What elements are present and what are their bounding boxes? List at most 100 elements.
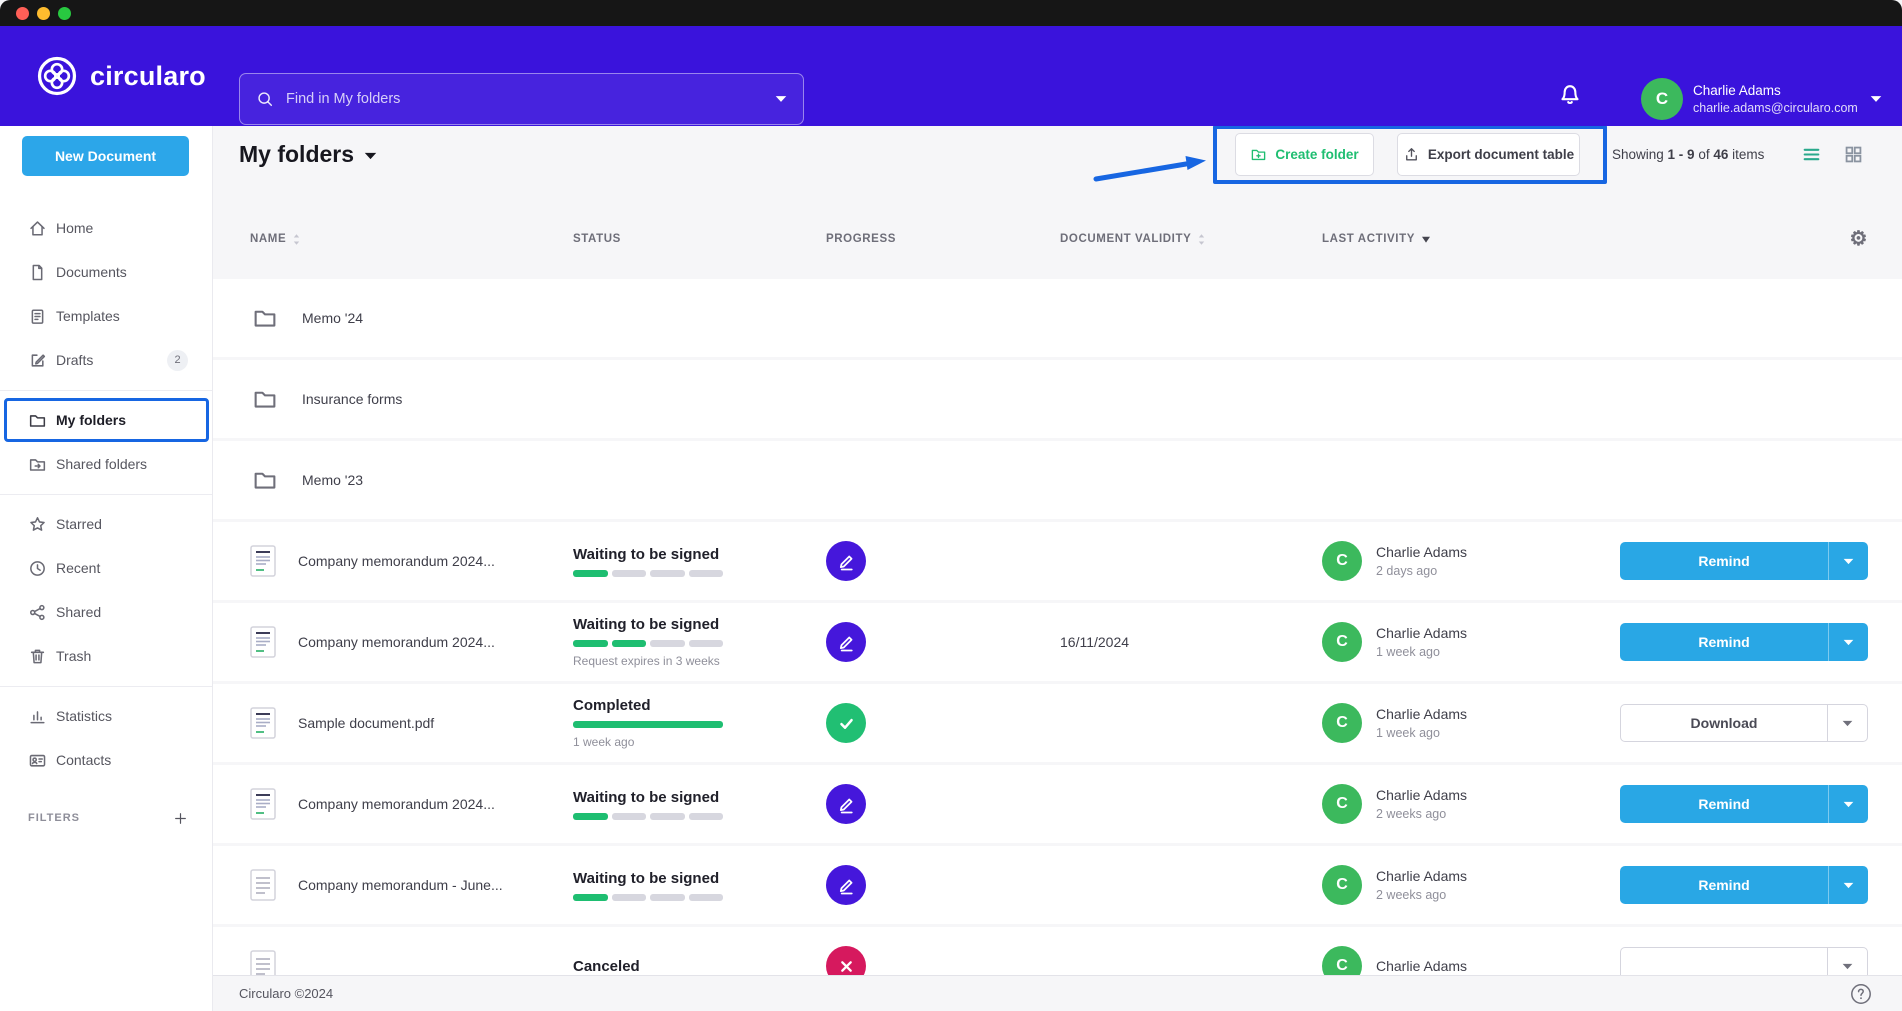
- document-row[interactable]: Company memorandum 2024...Waiting to be …: [213, 522, 1902, 600]
- action-button-label[interactable]: Remind: [1620, 866, 1828, 904]
- filters-section[interactable]: FILTERS: [0, 796, 212, 840]
- row-name[interactable]: Memo '24: [302, 310, 363, 326]
- create-folder-label: Create folder: [1275, 147, 1358, 162]
- status-cell: Waiting to be signed: [573, 789, 826, 820]
- sidebar-item-home[interactable]: Home: [0, 206, 212, 250]
- activity-user-name: Charlie Adams: [1376, 706, 1467, 722]
- row-name[interactable]: Sample document.pdf: [298, 715, 434, 731]
- column-header-progress[interactable]: PROGRESS: [826, 233, 1060, 245]
- add-filter-plus-icon[interactable]: [173, 811, 188, 826]
- sidebar-item-label: Drafts: [56, 352, 93, 368]
- folder-row[interactable]: Memo '24: [213, 279, 1902, 357]
- user-menu-caret-icon[interactable]: [1870, 95, 1882, 103]
- search-scope-caret-icon[interactable]: [775, 95, 787, 103]
- folder-icon: [250, 467, 280, 493]
- document-row[interactable]: Company memorandum - June...Waiting to b…: [213, 846, 1902, 924]
- close-window-button[interactable]: [16, 7, 29, 20]
- user-avatar: C: [1322, 865, 1362, 905]
- column-header-status[interactable]: STATUS: [573, 233, 826, 245]
- search-icon: [256, 90, 274, 108]
- row-name[interactable]: Company memorandum - June...: [298, 877, 503, 893]
- sort-icon[interactable]: [1197, 233, 1206, 246]
- document-row[interactable]: Company memorandum 2024...Waiting to be …: [213, 603, 1902, 681]
- minimize-window-button[interactable]: [37, 7, 50, 20]
- folder-row[interactable]: Memo '23: [213, 441, 1902, 519]
- page-title[interactable]: My folders: [239, 136, 377, 172]
- document-row[interactable]: Company memorandum 2024... Waiting to be …: [213, 765, 1902, 843]
- sidebar-item-my-folders[interactable]: My folders: [0, 398, 212, 442]
- gear-icon[interactable]: ⚙: [1849, 229, 1868, 249]
- sidebar-item-label: Trash: [56, 648, 91, 664]
- search-input[interactable]: [286, 91, 763, 107]
- remind-button[interactable]: Remind: [1620, 542, 1868, 580]
- action-dropdown-caret-icon[interactable]: [1828, 866, 1868, 904]
- action-cell: Remind: [1617, 785, 1868, 823]
- count-badge: 2: [167, 350, 188, 371]
- activity-user-name: Charlie Adams: [1376, 958, 1467, 974]
- row-name[interactable]: Company memorandum 2024...: [298, 634, 495, 650]
- status-text: Canceled: [573, 958, 826, 975]
- action-button-label[interactable]: Remind: [1620, 785, 1828, 823]
- action-button-label[interactable]: Download: [1621, 705, 1827, 741]
- row-name[interactable]: Company memorandum 2024...: [298, 796, 495, 812]
- sidebar-item-shared[interactable]: Shared: [0, 590, 212, 634]
- document-thumbnail-icon: [250, 545, 276, 577]
- signature-badge-icon: [826, 784, 866, 824]
- row-name[interactable]: Company memorandum 2024...: [298, 553, 495, 569]
- sort-desc-icon[interactable]: [1421, 236, 1431, 243]
- user-email: charlie.adams@circularo.com: [1693, 101, 1858, 115]
- column-header-last-activity[interactable]: LAST ACTIVITY: [1322, 233, 1617, 245]
- sidebar-item-statistics[interactable]: Statistics: [0, 694, 212, 738]
- action-cell: Remind: [1617, 623, 1868, 661]
- remind-button[interactable]: Remind: [1620, 785, 1868, 823]
- results-count: Showing 1 - 9 of 46 items: [1612, 126, 1764, 183]
- row-name[interactable]: Insurance forms: [302, 391, 402, 407]
- grid-view-toggle-icon[interactable]: [1843, 144, 1864, 165]
- download-button[interactable]: Download: [1620, 704, 1868, 742]
- name-cell: Memo '23: [250, 467, 573, 493]
- name-cell: Company memorandum 2024...: [250, 545, 573, 577]
- folder-row[interactable]: Insurance forms: [213, 360, 1902, 438]
- action-dropdown-caret-icon[interactable]: [1827, 705, 1867, 741]
- new-document-button[interactable]: New Document: [22, 136, 189, 176]
- sidebar-item-recent[interactable]: Recent: [0, 546, 212, 590]
- search-bar[interactable]: [239, 73, 804, 125]
- sidebar-item-templates[interactable]: Templates: [0, 294, 212, 338]
- progress-cell: [826, 541, 1060, 581]
- action-button-label[interactable]: Remind: [1620, 542, 1828, 580]
- user-menu[interactable]: C Charlie Adams charlie.adams@circularo.…: [1641, 73, 1882, 125]
- brand[interactable]: circularo: [36, 55, 206, 97]
- status-note: Request expires in 3 weeks: [573, 654, 826, 668]
- sort-icon[interactable]: [292, 233, 301, 246]
- sidebar-item-documents[interactable]: Documents: [0, 250, 212, 294]
- page-title-caret-icon[interactable]: [364, 152, 377, 160]
- column-header-document-validity[interactable]: DOCUMENT VALIDITY: [1060, 233, 1322, 246]
- remind-button[interactable]: Remind: [1620, 623, 1868, 661]
- row-name[interactable]: Memo '23: [302, 472, 363, 488]
- sidebar-item-trash[interactable]: Trash: [0, 634, 212, 678]
- sidebar: New Document HomeDocumentsTemplatesDraft…: [0, 126, 213, 1011]
- action-dropdown-caret-icon[interactable]: [1828, 623, 1868, 661]
- action-dropdown-caret-icon[interactable]: [1828, 542, 1868, 580]
- help-icon[interactable]: [1850, 983, 1872, 1005]
- page-title-text: My folders: [239, 141, 354, 168]
- sidebar-item-drafts[interactable]: Drafts 2: [0, 338, 212, 382]
- sidebar-item-starred[interactable]: Starred: [0, 502, 212, 546]
- sidebar-item-shared-folders[interactable]: Shared folders: [0, 442, 212, 486]
- action-dropdown-caret-icon[interactable]: [1828, 785, 1868, 823]
- remind-button[interactable]: Remind: [1620, 866, 1868, 904]
- list-view-toggle-icon[interactable]: [1801, 144, 1822, 165]
- action-button-label[interactable]: Remind: [1620, 623, 1828, 661]
- document-table: Memo '24 Insurance forms Memo '23 Company m…: [213, 279, 1902, 1011]
- export-document-table-button[interactable]: Export document table: [1397, 133, 1580, 176]
- column-header-name[interactable]: NAME: [250, 233, 573, 246]
- create-folder-button[interactable]: Create folder: [1235, 133, 1374, 176]
- sidebar-item-label: My folders: [56, 412, 126, 428]
- document-row[interactable]: Sample document.pdfCompleted1 week agoCC…: [213, 684, 1902, 762]
- sidebar-item-contacts[interactable]: Contacts: [0, 738, 212, 782]
- name-cell: Company memorandum - June...: [250, 869, 573, 901]
- zoom-window-button[interactable]: [58, 7, 71, 20]
- notifications-bell-icon[interactable]: [1557, 81, 1583, 107]
- user-avatar: C: [1322, 703, 1362, 743]
- sidebar-item-label: Documents: [56, 264, 127, 280]
